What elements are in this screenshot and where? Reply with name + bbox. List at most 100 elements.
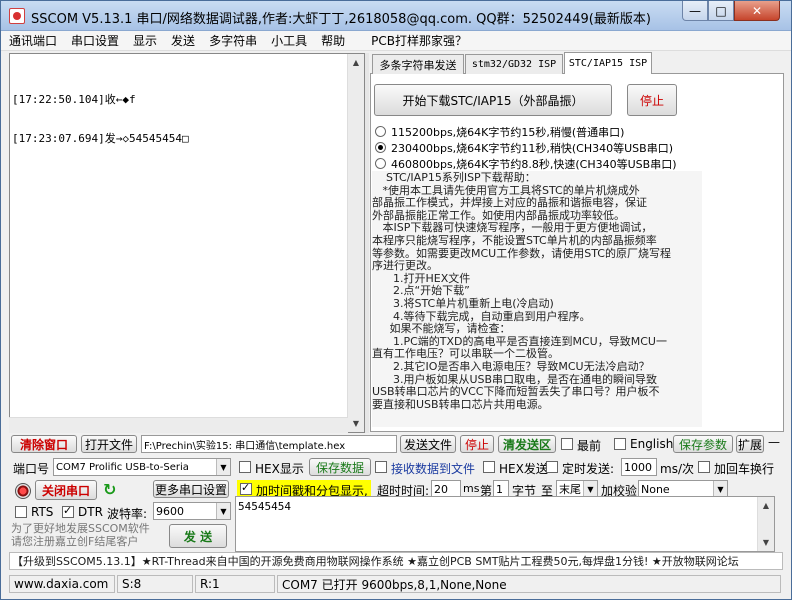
add-newline-checkbox[interactable]	[698, 461, 710, 473]
splitter[interactable]	[365, 53, 369, 433]
tab-multi-string[interactable]: 多条字符串发送	[372, 54, 464, 74]
chevron-down-icon: ▼	[583, 481, 597, 497]
hex-send-checkbox[interactable]	[483, 461, 495, 473]
rts-label: RTS	[31, 505, 54, 519]
scroll-up-icon[interactable]: ▲	[758, 497, 774, 514]
scroll-up-icon[interactable]: ▲	[348, 54, 364, 71]
port-select[interactable]: COM7 Prolific USB-to-Seria ▼	[53, 458, 231, 476]
stc-isp-panel: 开始下载STC/IAP15（外部晶振） 停止 115200bps,烧64K字节约…	[370, 74, 784, 432]
help-line: 部晶振工作模式，并焊接上对应的晶振和谐振电容，保证	[372, 196, 647, 210]
baud-115200-radio[interactable]	[375, 126, 386, 137]
menu-port[interactable]: 通讯端口	[9, 32, 57, 49]
menu-serial-settings[interactable]: 串口设置	[71, 32, 119, 49]
minimize-button[interactable]: —	[682, 1, 708, 21]
close-port-button[interactable]: 关闭串口	[35, 480, 97, 500]
send-textarea[interactable]: 54545454 ▲ ▼	[235, 496, 775, 552]
send-vscrollbar[interactable]: ▲ ▼	[757, 497, 774, 551]
timed-send-checkbox[interactable]	[546, 461, 558, 473]
help-line: 要直接和USB转串口芯片共用电源。	[372, 397, 549, 411]
timeout-unit: ms	[463, 482, 480, 495]
hex-display-checkbox[interactable]	[239, 461, 251, 473]
menu-help[interactable]: 帮助	[321, 32, 345, 49]
port-label: 端口号	[13, 462, 50, 476]
log-line: [17:23:07.694]发→◇54545454□	[12, 132, 189, 145]
add-newline-label: 加回车换行	[714, 462, 775, 476]
chevron-down-icon: ▼	[713, 481, 727, 497]
open-file-button[interactable]: 打开文件	[81, 435, 137, 453]
start-download-button[interactable]: 开始下载STC/IAP15（外部晶振）	[374, 84, 612, 116]
topmost-checkbox[interactable]	[561, 438, 573, 450]
hex-display-label: HEX显示	[255, 462, 304, 476]
send-file-button[interactable]: 发送文件	[400, 435, 456, 453]
title-bar: SSCOM V5.13.1 串口/网络数据调试器,作者:大虾丁丁,2618058…	[1, 1, 791, 31]
more-settings-button[interactable]: 更多串口设置	[153, 480, 229, 498]
baud-460800-radio[interactable]	[375, 158, 386, 169]
scroll-down-icon[interactable]: ▼	[348, 415, 364, 432]
send-button[interactable]: 发 送	[169, 524, 227, 548]
baud-value: 9600	[156, 504, 184, 518]
close-button[interactable]: ✕	[734, 1, 780, 21]
baud-230400-radio[interactable]	[375, 142, 386, 153]
receive-area[interactable]: [17:22:50.104]收←◆f [17:23:07.694]发→◇5454…	[9, 53, 365, 433]
topmost-label: 最前	[577, 439, 602, 453]
help-line: 2.其它IO是否串入电源电压？导致MCU无法冷启动？	[372, 359, 650, 373]
promo-ticker[interactable]: 【升级到SSCOM5.13.1】★RT-Thread来自中国的开源免费商用物联网…	[9, 552, 783, 570]
port-status-icon	[15, 483, 31, 499]
menu-multi-string[interactable]: 多字符串	[209, 32, 257, 49]
stop-button[interactable]: 停止	[460, 435, 494, 453]
scroll-down-icon[interactable]: ▼	[758, 534, 774, 551]
baud-select[interactable]: 9600 ▼	[153, 502, 231, 520]
save-params-button[interactable]: 保存参数	[673, 435, 733, 453]
clear-window-button[interactable]: 清除窗口	[11, 435, 77, 453]
tab-stm32-isp[interactable]: stm32/GD32 ISP	[465, 54, 563, 74]
app-icon	[9, 8, 25, 24]
menu-pcb[interactable]: PCB打样那家强？	[371, 32, 467, 49]
tab-stc-isp[interactable]: STC/IAP15 ISP	[564, 52, 652, 74]
promo-text: 【升级到SSCOM5.13.1】★RT-Thread来自中国的开源免费商用物联网…	[12, 555, 739, 568]
end-value: 末尾	[559, 483, 581, 496]
receive-log: [17:22:50.104]收←◆f [17:23:07.694]发→◇5454…	[12, 67, 189, 171]
interval-input[interactable]: 1000	[621, 458, 657, 476]
status-site[interactable]: www.daxia.com	[9, 575, 115, 593]
help-line: 本程序只能烧写程序，不能设置STC单片机的内部晶振频率	[372, 233, 657, 247]
save-data-button[interactable]: 保存数据	[309, 458, 371, 476]
chevron-down-icon: ▼	[216, 503, 230, 519]
checksum-value: None	[641, 482, 670, 496]
maximize-button[interactable]: □	[708, 1, 734, 21]
clear-send-button[interactable]: 清发送区	[498, 435, 556, 453]
refresh-icon[interactable]: ↻	[103, 480, 116, 499]
rts-checkbox[interactable]	[15, 506, 27, 518]
receive-hscrollbar[interactable]	[9, 417, 348, 433]
timestamp-checkbox[interactable]	[240, 481, 252, 495]
status-sent: S:8	[117, 575, 193, 593]
status-bar: www.daxia.com S:8 R:1 COM7 已打开 9600bps,8…	[1, 573, 791, 595]
interval-unit: ms/次	[660, 462, 694, 476]
recv-to-file-label: 接收数据到文件	[391, 462, 476, 476]
window-title: SSCOM V5.13.1 串口/网络数据调试器,作者:大虾丁丁,2618058…	[31, 12, 651, 27]
help-line: 如果不能烧写，请检查：	[372, 322, 511, 336]
menu-send[interactable]: 发送	[171, 32, 195, 49]
send-text: 54545454	[238, 500, 291, 513]
english-checkbox[interactable]	[614, 438, 626, 450]
file-path-input[interactable]: F:\Prechin\实验15: 串口通信\template.hex	[141, 435, 397, 453]
log-line: [17:22:50.104]收←◆f	[12, 93, 136, 106]
receive-vscrollbar[interactable]: ▲ ▼	[347, 54, 364, 432]
register-hint: 为了更好地发展SSCOM软件 请您注册嘉立创F结尾客户	[11, 522, 150, 548]
collapse-icon[interactable]: —	[768, 435, 780, 449]
port-value: COM7 Prolific USB-to-Seria	[56, 461, 189, 473]
app-window: SSCOM V5.13.1 串口/网络数据调试器,作者:大虾丁丁,2618058…	[0, 0, 792, 600]
chevron-down-icon: ▼	[216, 459, 230, 475]
stop-download-button[interactable]: 停止	[627, 84, 677, 116]
recv-to-file-checkbox[interactable]	[375, 461, 387, 473]
dtr-label: DTR	[78, 505, 103, 519]
hex-send-label: HEX发送	[499, 462, 548, 476]
isp-help-text: STC/IAP15系列ISP下载帮助： *使用本工具请先使用官方工具将STC的单…	[372, 171, 702, 427]
menu-display[interactable]: 显示	[133, 32, 157, 49]
dtr-checkbox[interactable]	[62, 504, 74, 518]
status-recv: R:1	[195, 575, 275, 593]
menu-tools[interactable]: 小工具	[271, 32, 307, 49]
english-label: English	[630, 437, 674, 451]
tab-strip: 多条字符串发送 stm32/GD32 ISP STC/IAP15 ISP	[370, 52, 784, 74]
expand-button[interactable]: 扩展	[736, 435, 764, 453]
baud-230400-label: 230400bps,烧64K字节约11秒,稍快(CH340等USB串口)	[391, 142, 673, 155]
